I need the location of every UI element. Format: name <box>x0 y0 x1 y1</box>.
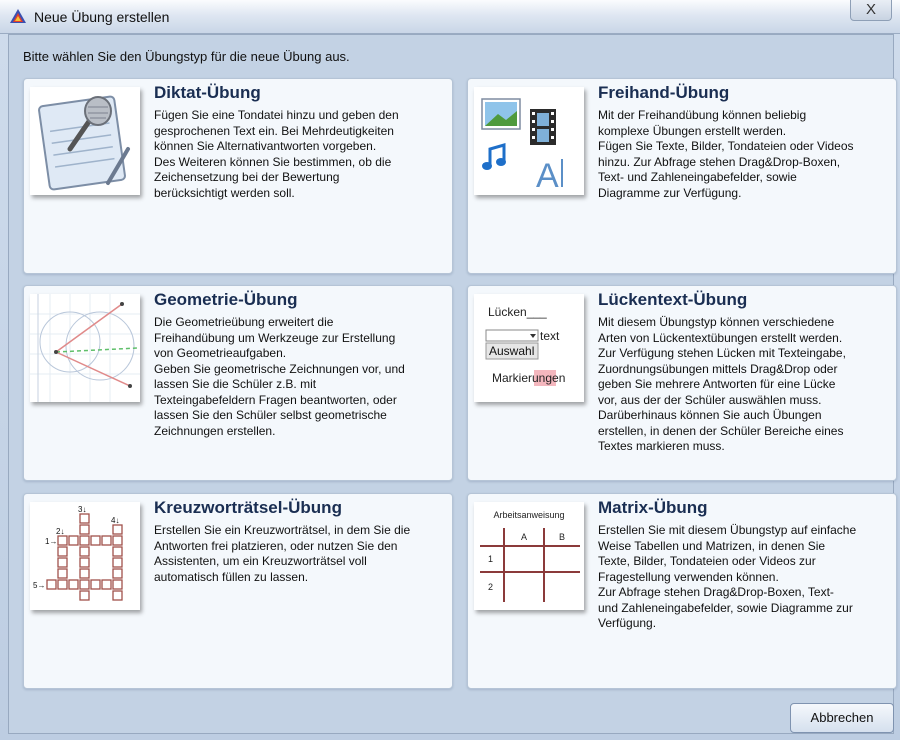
card-title: Kreuzworträtsel-Übung <box>154 498 342 517</box>
cancel-button[interactable]: Abbrechen <box>790 703 894 733</box>
app-logo-icon <box>10 9 26 23</box>
matrix-heading: Arbeitsanweisung <box>493 510 564 520</box>
crossword-clue-3: 3↓ <box>78 505 86 514</box>
microphone-notepad-icon <box>30 87 140 195</box>
matrix-col-a: A <box>521 532 527 542</box>
card-description: Die Geometrieübung erweitert die Freihan… <box>154 315 405 438</box>
exercise-card-matrix[interactable]: Arbeitsanweisung A B 1 2 Matrix-Übung Er… <box>467 493 897 689</box>
exercise-card-diktat[interactable]: Diktat-Übung Fügen Sie eine Tondatei hin… <box>23 78 453 274</box>
card-description: Fügen Sie eine Tondatei hinzu und geben … <box>154 108 399 200</box>
cloze-gap-label: Lücken___ <box>488 305 547 319</box>
cloze-text-icon: Lücken___ text Auswahl Markierungen <box>474 294 584 402</box>
cloze-select-label: Auswahl <box>489 344 534 358</box>
title-bar[interactable]: Neue Übung erstellen X <box>0 0 900 34</box>
card-description: Mit diesem Übungstyp können verschiedene… <box>598 315 846 453</box>
matrix-table-icon: Arbeitsanweisung A B 1 2 <box>474 502 584 610</box>
text-tool-glyph: A <box>536 157 559 195</box>
card-title: Diktat-Übung <box>154 83 261 102</box>
card-title: Freihand-Übung <box>598 83 730 102</box>
card-title: Matrix-Übung <box>598 498 708 517</box>
exercise-card-geometrie[interactable]: Geometrie-Übung Die Geometrieübung erwei… <box>23 285 453 481</box>
window-title: Neue Übung erstellen <box>34 9 170 25</box>
geometry-drawing-icon <box>30 294 140 402</box>
crossword-clue-1: 1→ <box>45 537 57 546</box>
dialog-window: Neue Übung erstellen X Bitte wählen Sie … <box>0 0 900 740</box>
media-collage-icon: A <box>474 87 584 195</box>
close-button[interactable]: X <box>850 0 892 21</box>
card-title: Geometrie-Übung <box>154 290 298 309</box>
matrix-row-2: 2 <box>488 582 493 592</box>
exercise-card-lueckentext[interactable]: Lücken___ text Auswahl Markierungen Lück… <box>467 285 897 481</box>
crossword-clue-2: 2↓ <box>56 527 64 536</box>
exercise-card-freihand[interactable]: A Freihand-Übung Mit der Freihandübung k… <box>467 78 897 274</box>
exercise-card-kreuzwortraetsel[interactable]: 1→ 2↓ 3↓ 4↓ 5→ Kreuzworträtsel-Übung Ers… <box>23 493 453 689</box>
card-description: Erstellen Sie mit diesem Übungstyp auf e… <box>598 523 857 630</box>
crossword-clue-4: 4↓ <box>111 516 119 525</box>
crossword-clue-5: 5→ <box>33 581 45 590</box>
instruction-text: Bitte wählen Sie den Übungstyp für die n… <box>23 49 350 64</box>
cloze-mark-label: Markierungen <box>492 371 565 385</box>
card-description: Mit der Freihandübung können beliebig ko… <box>598 108 854 200</box>
crossword-grid-icon: 1→ 2↓ 3↓ 4↓ 5→ <box>30 502 140 610</box>
matrix-col-b: B <box>559 532 565 542</box>
dialog-content: Bitte wählen Sie den Übungstyp für die n… <box>8 34 897 734</box>
card-description: Erstellen Sie ein Kreuzworträtsel, in de… <box>154 523 411 584</box>
card-title: Lückentext-Übung <box>598 290 748 309</box>
cloze-text-label: text <box>540 329 560 343</box>
matrix-row-1: 1 <box>488 554 493 564</box>
